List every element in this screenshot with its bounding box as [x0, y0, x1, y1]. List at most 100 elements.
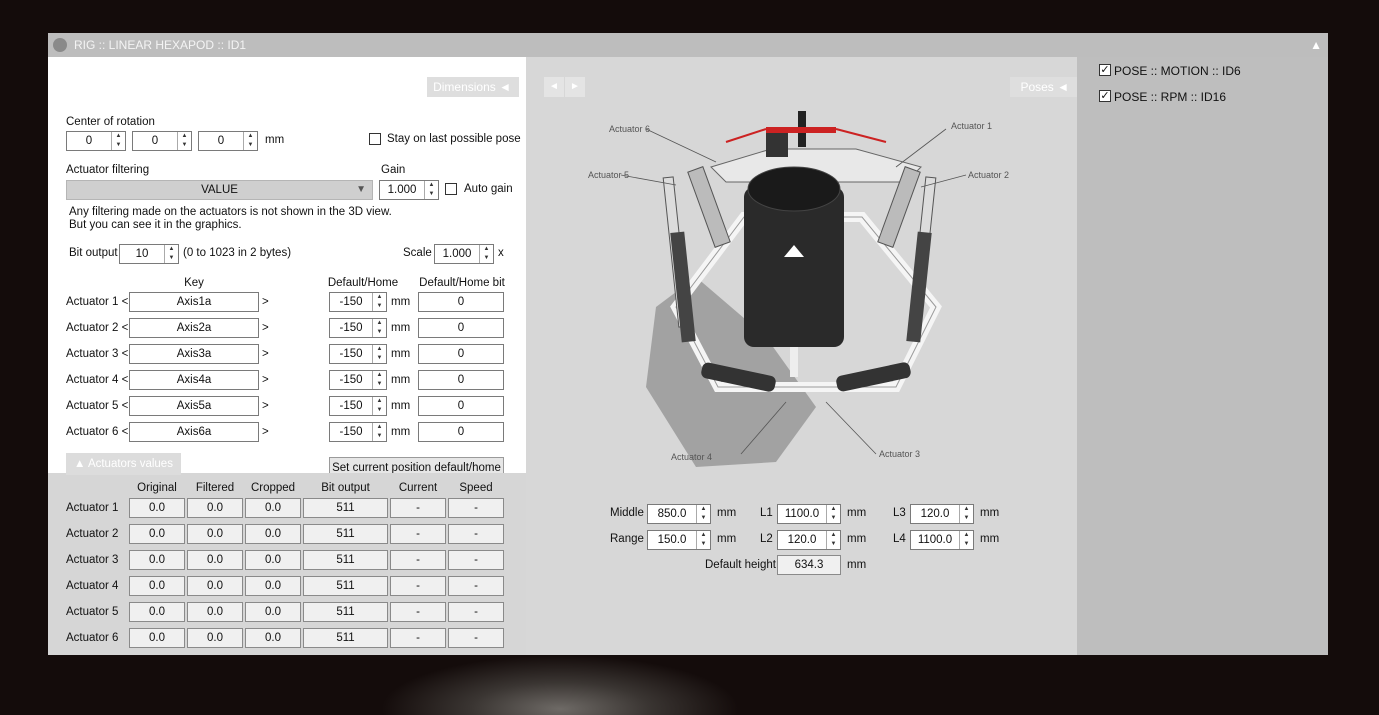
- actuator-key-input[interactable]: Axis1a: [129, 292, 259, 312]
- range-stepper[interactable]: 150.0 ▲ ▼: [647, 530, 711, 550]
- actuator-key-input[interactable]: Axis5a: [129, 396, 259, 416]
- pose-motion-label: POSE :: MOTION :: ID6: [1114, 64, 1241, 78]
- stay-on-last-label: Stay on last possible pose: [387, 133, 521, 145]
- titlebar: RIG :: LINEAR HEXAPOD :: ID1 ▲: [48, 33, 1328, 57]
- stepper-down-icon[interactable]: ▼: [244, 141, 257, 150]
- stepper-down-icon[interactable]: ▼: [373, 406, 386, 415]
- stepper-up-icon[interactable]: ▲: [165, 245, 178, 254]
- l3-stepper[interactable]: 120.0 ▲ ▼: [910, 504, 974, 524]
- scale-stepper[interactable]: 1.000 ▲ ▼: [434, 244, 494, 264]
- stepper-up-icon[interactable]: ▲: [373, 319, 386, 328]
- stepper-down-icon[interactable]: ▼: [425, 190, 438, 199]
- stepper-up-icon[interactable]: ▲: [112, 132, 125, 141]
- auto-gain-checkbox[interactable]: [445, 183, 457, 195]
- actuator-filtering-select[interactable]: VALUE ▼: [66, 180, 373, 200]
- stepper-down-icon[interactable]: ▼: [373, 380, 386, 389]
- stepper-down-icon[interactable]: ▼: [960, 540, 973, 549]
- stepper-up-icon[interactable]: ▲: [480, 245, 493, 254]
- actuator-key-input[interactable]: Axis4a: [129, 370, 259, 390]
- pose-motion-checkbox[interactable]: ✓: [1099, 64, 1111, 76]
- stepper-up-icon[interactable]: ▲: [373, 293, 386, 302]
- actuator-key-input[interactable]: Axis3a: [129, 344, 259, 364]
- actuator-default-stepper[interactable]: -150 ▲ ▼: [329, 344, 387, 364]
- value-row-label: Actuator 2: [66, 528, 119, 540]
- actuator-default-stepper[interactable]: -150 ▲ ▼: [329, 422, 387, 442]
- l2-unit: mm: [847, 533, 867, 545]
- actuators-values-tab[interactable]: ▲ Actuators values: [66, 453, 181, 475]
- stepper-up-icon[interactable]: ▲: [697, 505, 710, 514]
- actuator-default-stepper[interactable]: -150 ▲ ▼: [329, 292, 387, 312]
- stepper-down-icon[interactable]: ▼: [480, 254, 493, 263]
- stepper-down-icon[interactable]: ▼: [165, 254, 178, 263]
- middle-unit: mm: [717, 507, 737, 519]
- l1-stepper[interactable]: 1100.0 ▲ ▼: [777, 504, 841, 524]
- actuator-default-stepper[interactable]: -150 ▲ ▼: [329, 396, 387, 416]
- value-cell-cropped: 0.0: [245, 524, 301, 544]
- value-cell-original: 0.0: [129, 628, 185, 648]
- actuator-default-bit-input[interactable]: 0: [418, 396, 504, 416]
- stepper-down-icon[interactable]: ▼: [112, 141, 125, 150]
- value-cell-original: 0.0: [129, 524, 185, 544]
- stepper-up-icon[interactable]: ▲: [373, 397, 386, 406]
- actuator-gt: >: [262, 322, 269, 334]
- actuator-row-label: Actuator 4 <: [66, 374, 129, 386]
- actuator-row-label: Actuator 2 <: [66, 322, 129, 334]
- actuator-default-bit-input[interactable]: 0: [418, 344, 504, 364]
- default-height-value: 634.3: [777, 555, 841, 575]
- actuator-gt: >: [262, 296, 269, 308]
- l4-stepper[interactable]: 1100.0 ▲ ▼: [910, 530, 974, 550]
- stepper-up-icon[interactable]: ▲: [373, 345, 386, 354]
- stepper-up-icon[interactable]: ▲: [827, 505, 840, 514]
- stepper-up-icon[interactable]: ▲: [373, 423, 386, 432]
- middle-stepper[interactable]: 850.0 ▲ ▼: [647, 504, 711, 524]
- stepper-down-icon[interactable]: ▼: [960, 514, 973, 523]
- actuator-default-stepper[interactable]: -150 ▲ ▼: [329, 318, 387, 338]
- center-y-stepper[interactable]: 0 ▲ ▼: [132, 131, 192, 151]
- value-cell-bit-output: 511: [303, 628, 388, 648]
- filter-note-line1: Any filtering made on the actuators is n…: [69, 206, 392, 218]
- actuator-row-label: Actuator 6 <: [66, 426, 129, 438]
- collapse-icon[interactable]: ▲: [1310, 33, 1322, 57]
- stepper-down-icon[interactable]: ▼: [373, 328, 386, 337]
- stepper-up-icon[interactable]: ▲: [425, 181, 438, 190]
- stepper-up-icon[interactable]: ▲: [827, 531, 840, 540]
- auto-gain-label: Auto gain: [464, 183, 513, 195]
- stepper-down-icon[interactable]: ▼: [827, 514, 840, 523]
- stepper-down-icon[interactable]: ▼: [697, 514, 710, 523]
- actuator-key-input[interactable]: Axis6a: [129, 422, 259, 442]
- stepper-down-icon[interactable]: ▼: [373, 302, 386, 311]
- bit-output-label: Bit output: [69, 247, 118, 259]
- actuator-default-bit-input[interactable]: 0: [418, 370, 504, 390]
- actuator-default-stepper[interactable]: -150 ▲ ▼: [329, 370, 387, 390]
- bit-output-stepper[interactable]: 10 ▲ ▼: [119, 244, 179, 264]
- stepper-up-icon[interactable]: ▲: [960, 531, 973, 540]
- stepper-down-icon[interactable]: ▼: [373, 432, 386, 441]
- value-cell-original: 0.0: [129, 550, 185, 570]
- center-z-stepper[interactable]: 0 ▲ ▼: [198, 131, 258, 151]
- actuator-6-callout: Actuator 6: [609, 124, 650, 134]
- stepper-down-icon[interactable]: ▼: [178, 141, 191, 150]
- value-cell-bit-output: 511: [303, 498, 388, 518]
- rig-window: RIG :: LINEAR HEXAPOD :: ID1 ▲ Dimension…: [48, 33, 1328, 655]
- stepper-up-icon[interactable]: ▲: [244, 132, 257, 141]
- default-home-bit-header: Default/Home bit: [419, 277, 505, 289]
- actuator-default-bit-input[interactable]: 0: [418, 318, 504, 338]
- center-x-stepper[interactable]: 0 ▲ ▼: [66, 131, 126, 151]
- stepper-down-icon[interactable]: ▼: [827, 540, 840, 549]
- actuator-default-bit-input[interactable]: 0: [418, 292, 504, 312]
- value-cell-filtered: 0.0: [187, 524, 243, 544]
- stepper-up-icon[interactable]: ▲: [697, 531, 710, 540]
- actuator-default-bit-input[interactable]: 0: [418, 422, 504, 442]
- stepper-up-icon[interactable]: ▲: [373, 371, 386, 380]
- stepper-down-icon[interactable]: ▼: [373, 354, 386, 363]
- stepper-down-icon[interactable]: ▼: [697, 540, 710, 549]
- value-row-label: Actuator 1: [66, 502, 119, 514]
- l2-stepper[interactable]: 120.0 ▲ ▼: [777, 530, 841, 550]
- gain-stepper[interactable]: 1.000 ▲ ▼: [379, 180, 439, 200]
- stepper-up-icon[interactable]: ▲: [960, 505, 973, 514]
- actuator-key-input[interactable]: Axis2a: [129, 318, 259, 338]
- pose-rpm-checkbox[interactable]: ✓: [1099, 90, 1111, 102]
- stay-on-last-checkbox[interactable]: [369, 133, 381, 145]
- stepper-up-icon[interactable]: ▲: [178, 132, 191, 141]
- dimensions-tab[interactable]: Dimensions ◄: [427, 77, 519, 97]
